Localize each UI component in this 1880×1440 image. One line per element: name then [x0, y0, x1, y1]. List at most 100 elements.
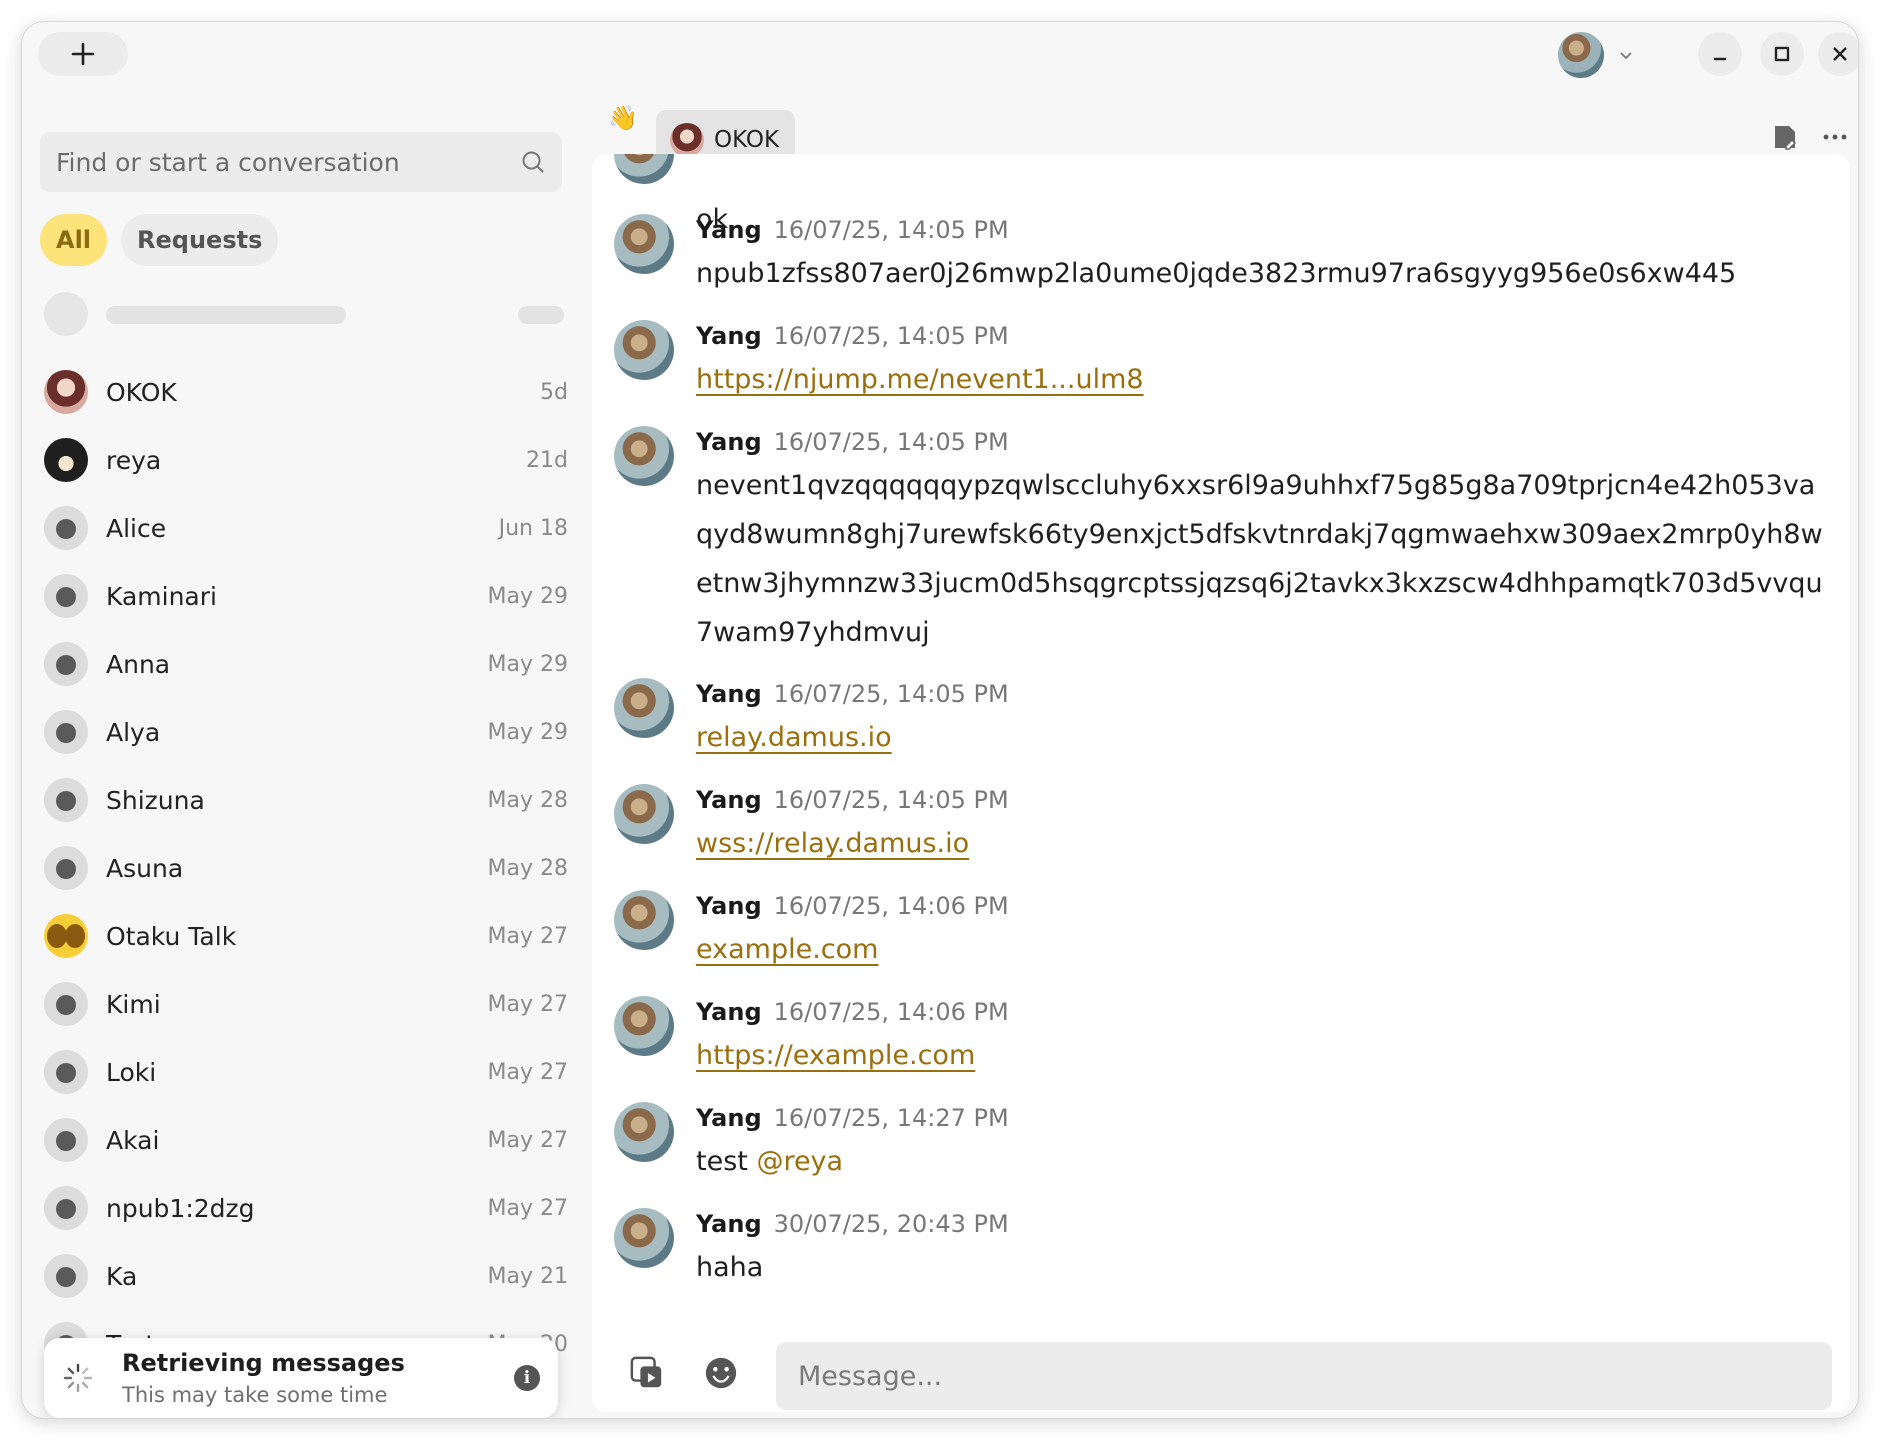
- conversation-time: May 28: [487, 855, 568, 881]
- message-timestamp: 16/07/25, 14:27 PM: [773, 1104, 1009, 1132]
- message-body: nevent1qvzqqqqqqypzqwlsccluhy6xxsr6l9a9u…: [696, 470, 1823, 648]
- maximize-icon: [1774, 46, 1790, 62]
- filter-all[interactable]: All: [40, 214, 108, 266]
- tab-label: OKOK: [714, 127, 780, 153]
- conversation-name: Alice: [106, 513, 167, 543]
- default-avatar-icon: [44, 982, 88, 1026]
- message-body: haha: [696, 1252, 764, 1283]
- default-avatar-icon: [44, 1186, 88, 1230]
- message-timestamp: 16/07/25, 14:05 PM: [773, 216, 1009, 244]
- conversation-ka[interactable]: Ka May 21: [22, 1242, 590, 1310]
- filter-tabs: All Requests: [40, 214, 279, 266]
- conversation-npub1-2dzg[interactable]: npub1:2dzg May 27: [22, 1174, 590, 1242]
- placeholder-avatar: [44, 292, 88, 336]
- note-edit-icon[interactable]: [1770, 122, 1800, 152]
- conversation-okok[interactable]: OKOK 5d: [22, 358, 590, 426]
- emoji-icon[interactable]: [702, 1354, 740, 1392]
- conversation-name: Anna: [106, 649, 171, 679]
- conversation-alya[interactable]: Alya May 29: [22, 698, 590, 766]
- conversation-name: Alya: [106, 717, 161, 747]
- conversation-time: May 21: [487, 1263, 568, 1289]
- default-avatar-icon: [44, 642, 88, 686]
- conversation-otaku-talk[interactable]: Otaku Talk May 27: [22, 902, 590, 970]
- wave-icon[interactable]: 👋: [608, 104, 638, 132]
- avatar: [44, 370, 88, 414]
- minimize-button[interactable]: [1698, 32, 1742, 76]
- message-link[interactable]: example.com: [696, 934, 878, 965]
- conversation-time: May 28: [487, 787, 568, 813]
- conversation-akai[interactable]: Akai May 27: [22, 1106, 590, 1174]
- message-link[interactable]: wss://relay.damus.io: [696, 828, 969, 859]
- message-header: Yang 30/07/25, 20:43 PM: [696, 1210, 1009, 1238]
- account-switcher[interactable]: [1558, 32, 1634, 78]
- conversation-time: May 27: [487, 991, 568, 1017]
- message-link[interactable]: https://njump.me/nevent1...ulm8: [696, 364, 1144, 395]
- user-mention[interactable]: @reya: [756, 1146, 843, 1177]
- app-window: All Requests OKOK 5d reya 21d Alice Jun …: [22, 22, 1858, 1418]
- message-body: example.com: [696, 925, 1826, 974]
- media-upload-icon[interactable]: [628, 1354, 666, 1392]
- conversation-name: Otaku Talk: [106, 921, 237, 951]
- message-timestamp: 30/07/25, 20:43 PM: [773, 1210, 1009, 1238]
- conversation-anna[interactable]: Anna May 29: [22, 630, 590, 698]
- placeholder-time: [518, 306, 564, 324]
- message-body: https://njump.me/nevent1...ulm8: [696, 355, 1826, 404]
- conversation-loki[interactable]: Loki May 27: [22, 1038, 590, 1106]
- conversation-time: May 29: [487, 583, 568, 609]
- default-avatar-icon: [44, 710, 88, 754]
- conversation-reya[interactable]: reya 21d: [22, 426, 590, 494]
- info-icon[interactable]: i: [514, 1365, 540, 1391]
- message-body: relay.damus.io: [696, 713, 1826, 762]
- default-avatar-icon: [44, 1050, 88, 1094]
- toast-subtitle: This may take some time: [122, 1383, 388, 1407]
- message-author: Yang: [696, 1210, 762, 1238]
- message-header: Yang 16/07/25, 14:05 PM: [696, 216, 1009, 244]
- message-author: Yang: [696, 428, 762, 456]
- default-avatar-icon: [44, 846, 88, 890]
- conversation-list: OKOK 5d reya 21d Alice Jun 18 Kaminari M…: [22, 358, 590, 1378]
- message-input[interactable]: [776, 1342, 1832, 1410]
- message-body: https://example.com: [696, 1031, 1826, 1080]
- conversation-kimi[interactable]: Kimi May 27: [22, 970, 590, 1038]
- chat-panel: ok Yang 16/07/25, 14:05 PM npub1zfss807ae…: [592, 154, 1850, 1412]
- group-avatar-icon: [44, 914, 88, 958]
- maximize-button[interactable]: [1760, 32, 1804, 76]
- message-timestamp: 16/07/25, 14:05 PM: [773, 428, 1009, 456]
- message-header: Yang 16/07/25, 14:27 PM: [696, 1104, 1009, 1132]
- avatar: [614, 154, 674, 184]
- conversation-kaminari[interactable]: Kaminari May 29: [22, 562, 590, 630]
- avatar: [614, 678, 674, 738]
- search-icon[interactable]: [520, 149, 546, 175]
- new-conversation-button[interactable]: [38, 32, 128, 76]
- search-box[interactable]: [40, 132, 562, 192]
- message-link[interactable]: relay.damus.io: [696, 722, 892, 753]
- message-author: Yang: [696, 892, 762, 920]
- default-avatar-icon: [44, 506, 88, 550]
- filter-requests[interactable]: Requests: [121, 214, 279, 266]
- default-avatar-icon: [44, 1254, 88, 1298]
- message-list: ok Yang 16/07/25, 14:05 PM npub1zfss807ae…: [592, 154, 1850, 1334]
- message-header: Yang 16/07/25, 14:05 PM: [696, 322, 1009, 350]
- spinner-icon: [63, 1363, 93, 1393]
- conversation-time: May 27: [487, 1127, 568, 1153]
- more-options-icon[interactable]: [1820, 122, 1850, 152]
- avatar: [1558, 32, 1604, 78]
- close-window-button[interactable]: [1818, 32, 1858, 76]
- avatar: [614, 214, 674, 274]
- message-author: Yang: [696, 998, 762, 1026]
- conversation-asuna[interactable]: Asuna May 28: [22, 834, 590, 902]
- close-icon: [1833, 47, 1847, 61]
- search-input[interactable]: [56, 147, 520, 177]
- message-author: Yang: [696, 680, 762, 708]
- conversation-alice[interactable]: Alice Jun 18: [22, 494, 590, 562]
- conversation-shizuna[interactable]: Shizuna May 28: [22, 766, 590, 834]
- sidebar: All Requests OKOK 5d reya 21d Alice Jun …: [22, 88, 590, 1418]
- conversation-name: npub1:2dzg: [106, 1193, 255, 1223]
- loading-placeholder: [44, 292, 564, 336]
- conversation-name: reya: [106, 445, 162, 475]
- conversation-time: May 27: [487, 923, 568, 949]
- conversation-name: Loki: [106, 1057, 157, 1087]
- message-link[interactable]: https://example.com: [696, 1040, 975, 1071]
- default-avatar-icon: [44, 1118, 88, 1162]
- title-bar: [22, 22, 1858, 88]
